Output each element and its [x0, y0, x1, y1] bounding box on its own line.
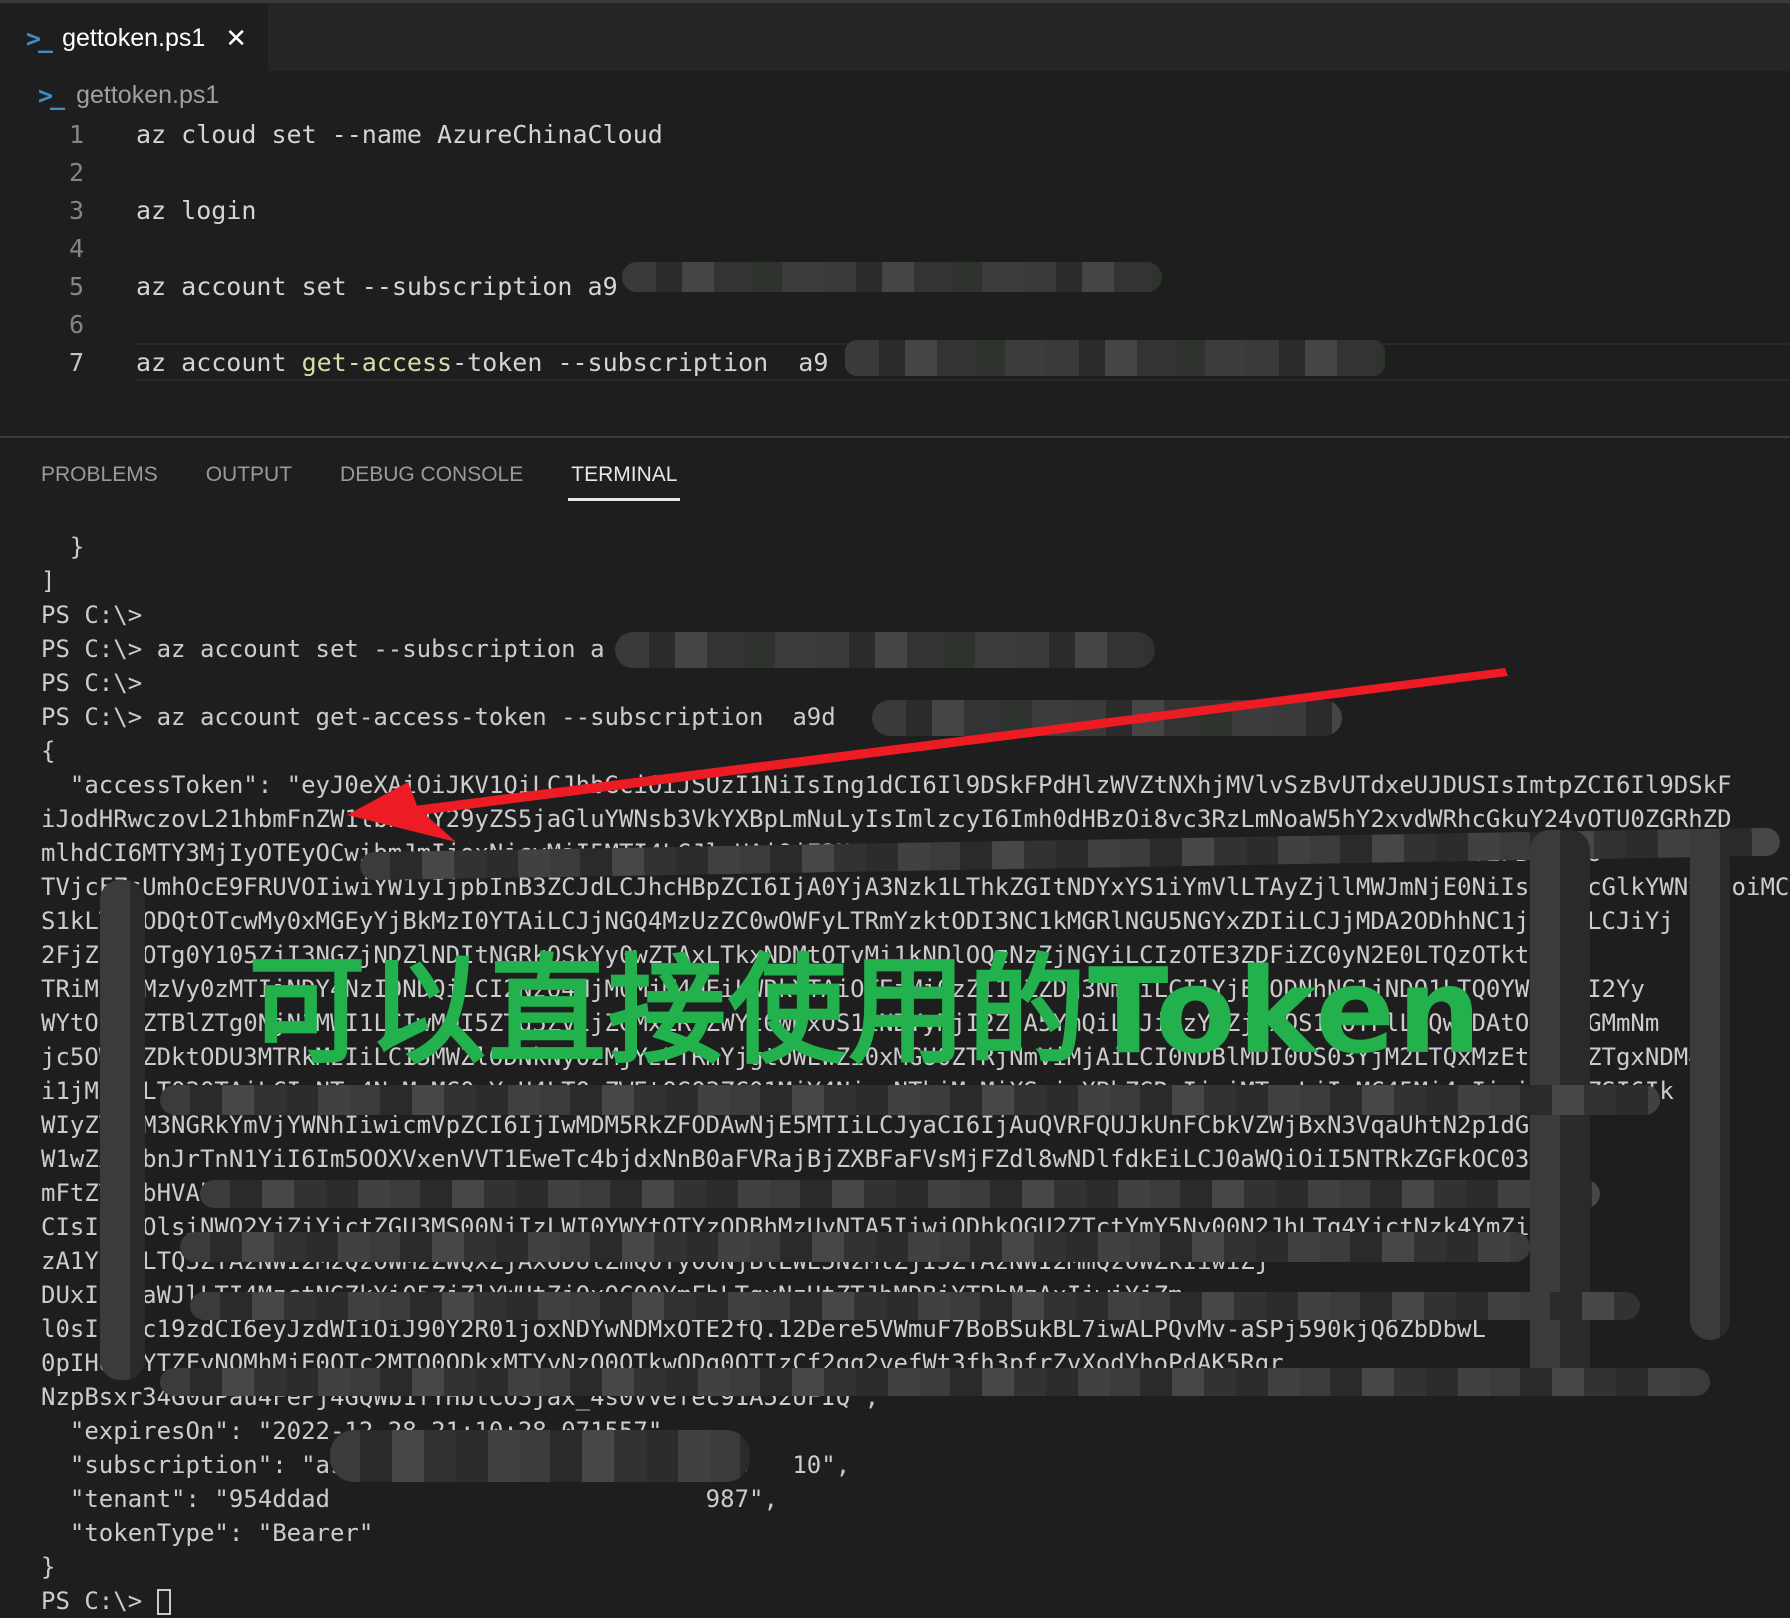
code-text: az account get-access-token --subscripti… [136, 347, 829, 377]
editor-tab-bar: >_ gettoken.ps1 ✕ [0, 0, 1790, 74]
editor-line: 2 [0, 153, 1790, 191]
terminal-line: ] [41, 567, 56, 595]
editor-tab-gettoken[interactable]: >_ gettoken.ps1 ✕ [0, 3, 268, 74]
terminal-line: "subscription": "a9d 383 10", [69, 1451, 851, 1479]
redaction-blur [872, 700, 1342, 736]
terminal-line: PS C:\> [41, 1584, 1790, 1618]
editor-line: 6 [0, 305, 1790, 343]
line-number: 4 [68, 233, 84, 263]
terminal-line: W1wZXZhbnJrTnN1YiI6Im5OOXVxenVVT1EweTc4b… [41, 1145, 1559, 1173]
redaction-mosaic [180, 1232, 1530, 1262]
terminal-line: "accessToken": "eyJ0eXAiOiJKV1QiLCJhbGci… [41, 771, 1732, 799]
close-icon[interactable]: ✕ [225, 24, 247, 54]
terminal-line: TVjcFZsUmhOcE9FRUVOIiwiYW1yIjpbInB3ZCJdL… [41, 873, 1790, 901]
annotation-label: 可以直接使用的Token [248, 942, 1484, 1080]
line-number: 6 [68, 309, 84, 339]
tab-debug-console[interactable]: DEBUG CONSOLE [340, 455, 523, 501]
redaction-blur [622, 262, 1162, 292]
line-number: 1 [68, 119, 84, 149]
redaction-mosaic [200, 1180, 1600, 1208]
terminal-line: iJodHRwczovL21hbmFnZW1lbnQuY29yZS5jaGluY… [41, 805, 1732, 833]
terminal-cursor [156, 1589, 171, 1615]
tab-output[interactable]: OUTPUT [206, 455, 292, 501]
panel-tab-bar: PROBLEMS OUTPUT DEBUG CONSOLE TERMINAL [41, 455, 725, 505]
function-token: get-access [301, 347, 453, 377]
tab-problems[interactable]: PROBLEMS [41, 455, 158, 501]
terminal-line: } [41, 1553, 56, 1581]
code-text: az login [136, 195, 257, 225]
editor-line: 1 az cloud set --name AzureChinaCloud [0, 115, 1790, 153]
redaction-blur [845, 340, 1385, 376]
panel-divider[interactable] [0, 436, 1790, 438]
terminal-line: { [41, 737, 56, 765]
line-number: 3 [68, 195, 84, 225]
breadcrumb-file[interactable]: gettoken.ps1 [76, 81, 219, 110]
redaction-mosaic [190, 1292, 1640, 1320]
breadcrumb: >_ gettoken.ps1 [38, 76, 219, 114]
terminal-line: "tenant": "954ddad 987", [41, 1485, 778, 1513]
terminal-line: } [41, 533, 85, 561]
powershell-icon: >_ [38, 80, 65, 110]
terminal-line: "tokenType": "Bearer" [41, 1519, 374, 1547]
redaction-mosaic [160, 1085, 1660, 1115]
tab-label: gettoken.ps1 [62, 24, 206, 52]
redaction-mosaic [100, 880, 145, 1380]
terminal-line: PS C:\> [41, 601, 143, 629]
tab-terminal[interactable]: TERMINAL [568, 455, 681, 501]
line-number: 7 [68, 347, 84, 377]
code-text: az account set --subscription a9 [136, 271, 618, 301]
terminal-line: PS C:\> [41, 669, 143, 697]
code-text: az cloud set --name AzureChinaCloud [136, 119, 663, 149]
powershell-icon: >_ [26, 24, 53, 53]
line-number: 2 [68, 157, 84, 187]
redaction-mosaic [160, 1368, 1710, 1396]
line-number: 5 [68, 271, 84, 301]
redaction-mosaic [330, 1430, 750, 1482]
redaction-mosaic [1690, 840, 1730, 1340]
code-editor[interactable]: 1 az cloud set --name AzureChinaCloud 2 … [0, 115, 1790, 435]
editor-line: 3 az login [0, 191, 1790, 229]
redaction-blur [615, 632, 1155, 668]
terminal-line: "expiresOn": "2022-12-28 21:10:28.071557… [69, 1417, 677, 1445]
